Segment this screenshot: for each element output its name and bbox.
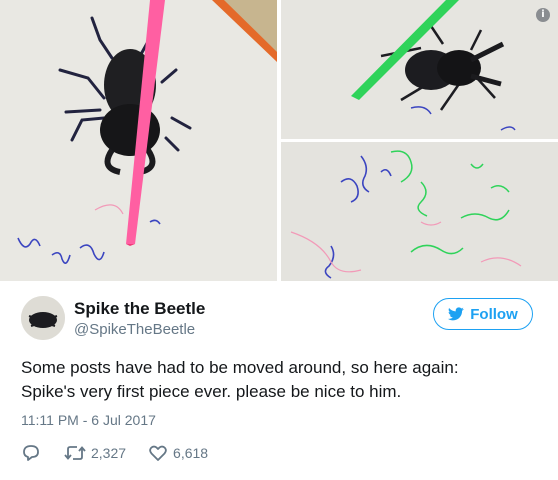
bird-icon bbox=[448, 307, 464, 321]
retweet-icon bbox=[63, 443, 87, 463]
info-icon[interactable]: i bbox=[536, 8, 550, 22]
author-name[interactable]: Spike the Beetle bbox=[74, 299, 205, 319]
author-handle[interactable]: @SpikeTheBeetle bbox=[74, 321, 195, 338]
tweet-text-line: Spike's very first piece ever. please be… bbox=[21, 382, 402, 401]
tweet-text-line: Some posts have had to be moved around, … bbox=[21, 358, 459, 377]
tweet-actions: 2,327 6,618 bbox=[21, 442, 208, 464]
heart-icon bbox=[148, 443, 168, 463]
avatar[interactable] bbox=[21, 296, 65, 340]
follow-button[interactable]: Follow bbox=[433, 298, 533, 330]
follow-label: Follow bbox=[470, 305, 518, 323]
photo-marker-scribbles[interactable] bbox=[281, 142, 558, 281]
retweet-button[interactable]: 2,327 bbox=[63, 443, 126, 463]
like-button[interactable]: 6,618 bbox=[148, 443, 208, 463]
retweet-count: 2,327 bbox=[91, 445, 127, 461]
tweet-media[interactable]: i bbox=[0, 0, 558, 281]
tweet-timestamp[interactable]: 11:11 PM - 6 Jul 2017 bbox=[21, 412, 156, 428]
reply-button[interactable] bbox=[21, 443, 41, 463]
reply-icon bbox=[21, 443, 41, 463]
tweet-card: i Spike the Beetle @SpikeTheBeetle Follo… bbox=[0, 0, 558, 480]
photo-beetle-green-marker[interactable] bbox=[281, 0, 558, 139]
photo-beetle-pink-marker[interactable] bbox=[0, 0, 277, 281]
tweet-text: Some posts have had to be moved around, … bbox=[21, 356, 541, 404]
like-count: 6,618 bbox=[173, 445, 209, 461]
